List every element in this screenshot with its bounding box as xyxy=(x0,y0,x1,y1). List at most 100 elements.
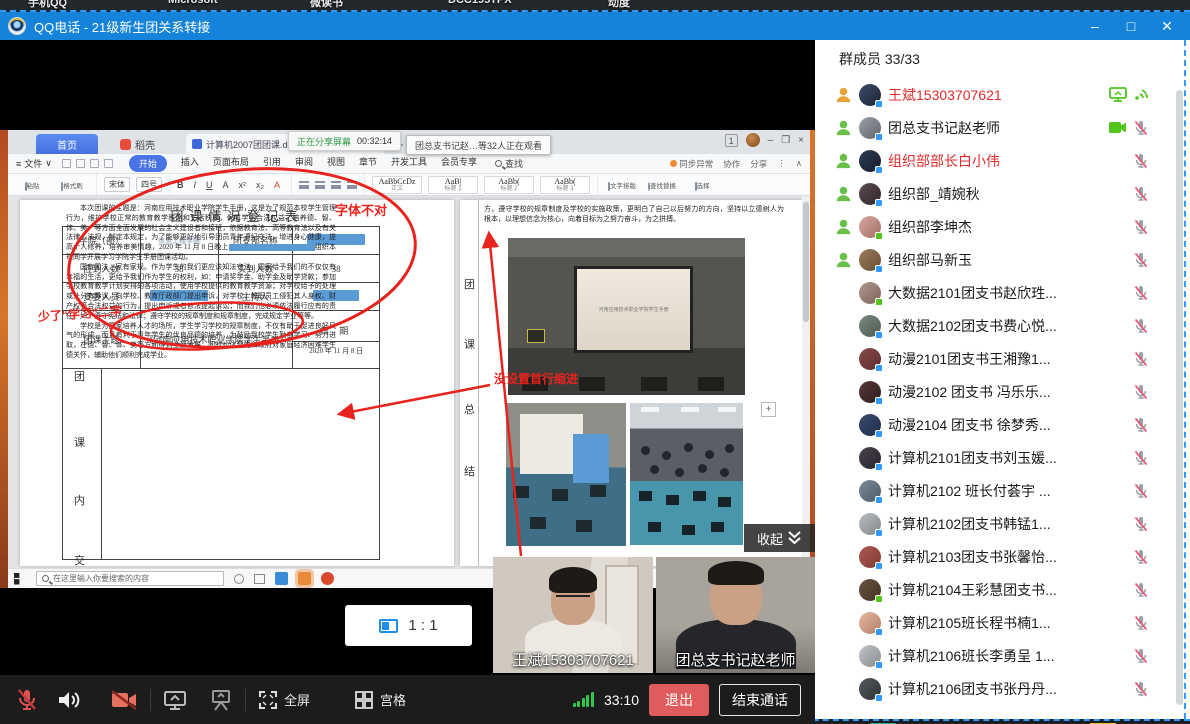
speaker-button[interactable] xyxy=(56,689,80,711)
presence-person-icon xyxy=(835,86,852,103)
member-mic-muted-icon xyxy=(1134,120,1148,136)
ribbon-tab-section[interactable]: 章节 xyxy=(359,155,377,172)
collapse-thumbnails-button[interactable]: 收起 xyxy=(744,524,815,552)
member-row[interactable]: 组织部_靖婉秋 xyxy=(815,177,1190,210)
whiteboard-share-button[interactable] xyxy=(209,689,233,711)
find-button[interactable]: 查找 xyxy=(495,157,523,170)
titlebar: QQ电话 - 21级新生团关系转接 – □ ✕ xyxy=(0,12,1190,40)
member-row[interactable]: 动漫2102 团支书 冯乐乐... xyxy=(815,375,1190,408)
screen: 手机QQ Microsoft 微读书 DCC195TPX 动度 QQ电话 - 2… xyxy=(0,0,1190,724)
ribbon-tab-references[interactable]: 引用 xyxy=(263,155,281,172)
document-scrollbar[interactable] xyxy=(802,196,810,568)
ribbon-tab-dev[interactable]: 开发工具 xyxy=(391,155,427,172)
paste-button[interactable]: 粘贴 xyxy=(15,180,49,190)
more-icon[interactable]: ⋮ xyxy=(777,158,786,169)
fold-ribbon-icon[interactable]: ∧ xyxy=(796,158,802,169)
member-row[interactable]: 动漫2104 团支书 徐梦秀... xyxy=(815,408,1190,441)
font-name-select[interactable]: 宋体 xyxy=(104,177,130,192)
maximize-button[interactable]: □ xyxy=(1116,15,1146,37)
font-size-select[interactable]: 四号 xyxy=(136,177,162,192)
avatar xyxy=(859,315,881,337)
ribbon-tab-view[interactable]: 视图 xyxy=(327,155,345,172)
screen-share-button[interactable] xyxy=(163,689,187,711)
grid-view-button[interactable]: 宫格 xyxy=(354,690,406,710)
sharing-status: 正在分享屏幕 xyxy=(297,135,351,148)
member-row[interactable]: 计算机2106班长李勇呈 1... xyxy=(815,639,1190,672)
wps-close-icon[interactable]: × xyxy=(798,135,804,146)
task-view-icon[interactable] xyxy=(254,574,265,584)
member-row[interactable]: 计算机2102团支书韩锰1... xyxy=(815,507,1190,540)
close-button[interactable]: ✕ xyxy=(1152,15,1182,37)
wps-tab-home[interactable]: 首页 xyxy=(36,134,98,154)
select-button[interactable]: 选择 xyxy=(685,180,719,190)
font-format-buttons[interactable]: B I U A x² x₂ A xyxy=(170,174,292,195)
ribbon-tab-member[interactable]: 会员专享 xyxy=(441,155,477,172)
ribbon-tab-layout[interactable]: 页面布局 xyxy=(213,155,249,172)
taskbar-app-icon-active[interactable] xyxy=(298,572,311,585)
member-row[interactable]: 大数据2101团支书赵欣珄... xyxy=(815,276,1190,309)
microphone-muted-button[interactable] xyxy=(16,688,38,712)
document-page-1: 团课情况登记表 学院（部） 信息工程学院 团支部名称 应到人数 xyxy=(20,200,454,566)
camera-off-button[interactable] xyxy=(110,689,138,711)
format-painter-button[interactable]: 格式刷 xyxy=(55,180,89,190)
member-row[interactable]: 组织部李坤杰 xyxy=(815,210,1190,243)
ribbon-tab-insert[interactable]: 插入 xyxy=(181,155,199,172)
member-row[interactable]: 组织部马新玉 xyxy=(815,243,1190,276)
start-button-icon[interactable] xyxy=(14,573,26,585)
avatar xyxy=(859,513,881,535)
video-thumbnail-wangbin[interactable]: 王斌15303707621 xyxy=(493,557,653,673)
member-row[interactable]: 计算机2102 班长付荟宇 ... xyxy=(815,474,1190,507)
taskbar-app-icon[interactable] xyxy=(275,572,288,585)
desktop-background-top: 手机QQ Microsoft 微读书 DCC195TPX 动度 xyxy=(0,0,1190,12)
find-replace-button[interactable]: 查找替换 xyxy=(645,180,679,190)
fullscreen-icon xyxy=(258,690,278,710)
collaborate-button[interactable]: 协作 xyxy=(723,158,740,170)
ratio-1-1-button[interactable]: 1 : 1 xyxy=(345,605,472,646)
wps-restore-icon[interactable]: ❐ xyxy=(781,135,790,146)
fullscreen-button[interactable]: 全屏 xyxy=(258,690,310,710)
minimize-button[interactable]: – xyxy=(1080,15,1110,37)
wps-tab-docer[interactable]: 稻壳 xyxy=(120,137,155,152)
member-row[interactable]: 动漫2101团支书王湘豫1... xyxy=(815,342,1190,375)
member-row[interactable]: 组织部部长白小伟 xyxy=(815,144,1190,177)
member-row[interactable]: 计算机2105班长程书楠1... xyxy=(815,606,1190,639)
grid-icon xyxy=(354,690,374,710)
quick-access-icons[interactable] xyxy=(62,159,113,168)
paragraph-buttons[interactable] xyxy=(292,174,365,195)
member-row[interactable]: 王斌15303707621 xyxy=(815,78,1190,111)
member-list-header: 群成员 33/33 xyxy=(815,40,1190,78)
member-row[interactable]: 计算机2103团支书张馨怡... xyxy=(815,540,1190,573)
sidebar-scrollbar[interactable] xyxy=(1176,90,1183,705)
member-row[interactable]: 大数据2102团支书费心悦... xyxy=(815,309,1190,342)
shared-screen: 首页 稻壳 计算机2007团团课.doc ! × + xyxy=(8,130,810,588)
ribbon-tab-home[interactable]: 开始 xyxy=(129,155,167,172)
member-row[interactable]: 团总支书记赵老师 xyxy=(815,111,1190,144)
member-row[interactable]: 计算机2104王彩慧团支书... xyxy=(815,573,1190,606)
sync-status[interactable]: 同步异常 xyxy=(670,158,713,170)
taskbar-app-icon[interactable] xyxy=(321,572,334,585)
file-menu[interactable]: ≡ 文件 ∨ xyxy=(16,157,52,170)
avatar xyxy=(859,183,881,205)
ribbon-tab-review[interactable]: 审阅 xyxy=(295,155,313,172)
zoom-in-page-button[interactable]: + xyxy=(761,402,776,417)
video-thumbnail-teacher[interactable]: 团总支书记赵老师 xyxy=(656,557,815,673)
wps-minimize-icon[interactable]: – xyxy=(768,135,774,146)
share-button[interactable]: 分享 xyxy=(750,158,767,170)
mic-muted-icon xyxy=(16,688,38,712)
cortana-icon[interactable] xyxy=(234,574,244,584)
presence-person-icon xyxy=(835,218,852,235)
taskbar-search-box[interactable]: 在这里输入你要搜索的内容 xyxy=(36,571,224,586)
avatar xyxy=(859,381,881,403)
document-right-text: 方，遵守学校的规章制度及学校的实施政策，更明白了自己以后努力的方向，坚持以立德树… xyxy=(484,204,784,224)
member-row[interactable]: 计算机2106团支书张丹丹... xyxy=(815,672,1190,705)
style-normal[interactable]: AaBbCcDz 正文 xyxy=(372,176,422,194)
member-row[interactable]: 计算机2101团支书刘玉媛... xyxy=(815,441,1190,474)
style-heading2[interactable]: AaBb( 标题 2 xyxy=(484,176,534,194)
style-heading1[interactable]: AaB| 标题 1 xyxy=(428,176,478,194)
text-layout-button[interactable]: 文字排版 xyxy=(605,180,639,190)
document-area[interactable]: 团课情况登记表 学院（部） 信息工程学院 团支部名称 应到人数 xyxy=(8,196,810,568)
avatar xyxy=(859,612,881,634)
end-call-button[interactable]: 结束通话 xyxy=(719,684,801,716)
exit-button[interactable]: 退出 xyxy=(649,684,709,716)
style-heading3[interactable]: AaBb( 标题 3 xyxy=(540,176,590,194)
